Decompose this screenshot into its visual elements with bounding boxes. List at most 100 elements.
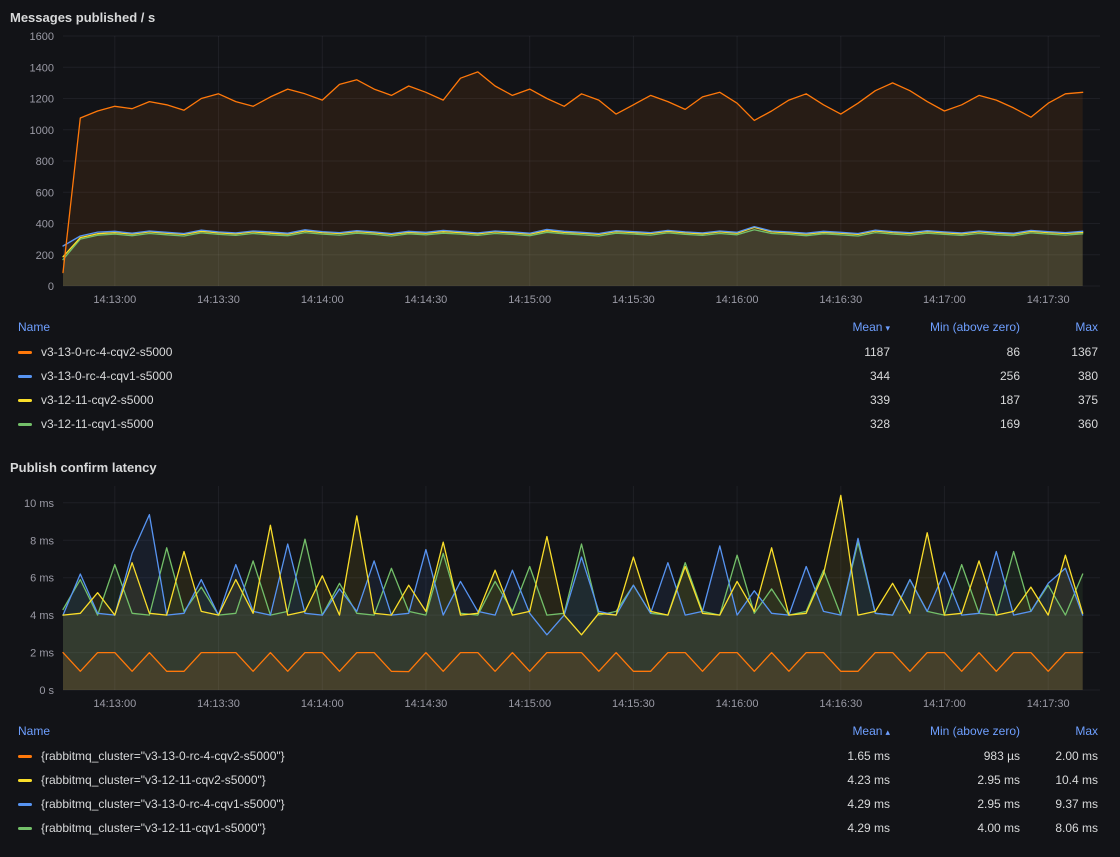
legend-header-mean[interactable]: Mean▴ — [740, 724, 890, 738]
series-min-value: 4.00 ms — [890, 821, 1020, 835]
series-min-value: 187 — [890, 393, 1020, 407]
svg-text:200: 200 — [36, 250, 54, 262]
svg-text:14:13:30: 14:13:30 — [197, 294, 240, 306]
series-toggle[interactable]: v3-12-11-cqv1-s5000 — [10, 417, 740, 431]
legend-row: {rabbitmq_cluster="v3-13-0-rc-4-cqv2-s50… — [10, 744, 1098, 768]
series-name-label: v3-12-11-cqv1-s5000 — [41, 417, 154, 431]
series-mean-value: 4.23 ms — [740, 773, 890, 787]
legend-header-min[interactable]: Min (above zero) — [890, 320, 1020, 334]
series-name-label: v3-13-0-rc-4-cqv1-s5000 — [41, 369, 172, 383]
svg-text:14:15:30: 14:15:30 — [612, 698, 655, 710]
series-toggle[interactable]: {rabbitmq_cluster="v3-12-11-cqv1-s5000"} — [10, 821, 740, 835]
series-name-label: v3-12-11-cqv2-s5000 — [41, 393, 154, 407]
series-max-value: 380 — [1020, 369, 1098, 383]
svg-text:14:16:30: 14:16:30 — [819, 294, 862, 306]
svg-text:14:17:30: 14:17:30 — [1027, 698, 1070, 710]
svg-text:14:15:30: 14:15:30 — [612, 294, 655, 306]
svg-text:0: 0 — [48, 281, 54, 293]
series-toggle[interactable]: v3-13-0-rc-4-cqv1-s5000 — [10, 369, 740, 383]
series-toggle[interactable]: {rabbitmq_cluster="v3-13-0-rc-4-cqv2-s50… — [10, 749, 740, 763]
legend-header-mean[interactable]: Mean▾ — [740, 320, 890, 334]
series-mean-value: 1187 — [740, 345, 890, 359]
svg-text:14:14:00: 14:14:00 — [301, 294, 344, 306]
svg-text:14:13:00: 14:13:00 — [93, 698, 136, 710]
series-color-swatch — [18, 399, 32, 402]
svg-text:0 s: 0 s — [39, 685, 54, 697]
series-name-label: {rabbitmq_cluster="v3-13-0-rc-4-cqv2-s50… — [41, 749, 285, 763]
series-max-value: 9.37 ms — [1020, 797, 1098, 811]
svg-text:14:13:30: 14:13:30 — [197, 698, 240, 710]
series-mean-value: 1.65 ms — [740, 749, 890, 763]
svg-text:1000: 1000 — [30, 125, 54, 137]
series-min-value: 983 µs — [890, 749, 1020, 763]
legend-rows: {rabbitmq_cluster="v3-13-0-rc-4-cqv2-s50… — [10, 744, 1098, 840]
series-max-value: 8.06 ms — [1020, 821, 1098, 835]
svg-text:14:15:00: 14:15:00 — [508, 294, 551, 306]
legend-header-min[interactable]: Min (above zero) — [890, 724, 1020, 738]
series-mean-value: 328 — [740, 417, 890, 431]
svg-text:1200: 1200 — [30, 94, 54, 106]
legend-row: {rabbitmq_cluster="v3-13-0-rc-4-cqv1-s50… — [10, 792, 1098, 816]
svg-text:14:15:00: 14:15:00 — [508, 698, 551, 710]
svg-text:14:17:00: 14:17:00 — [923, 698, 966, 710]
series-color-swatch — [18, 779, 32, 782]
svg-text:800: 800 — [36, 156, 54, 168]
series-min-value: 2.95 ms — [890, 797, 1020, 811]
legend-header-max[interactable]: Max — [1020, 320, 1098, 334]
svg-text:14:16:00: 14:16:00 — [716, 294, 759, 306]
series-color-swatch — [18, 351, 32, 354]
series-color-swatch — [18, 803, 32, 806]
messages-published-chart[interactable]: 0200400600800100012001400160014:13:0014:… — [8, 28, 1112, 312]
svg-text:14:13:00: 14:13:00 — [93, 294, 136, 306]
legend-header-name[interactable]: Name — [10, 320, 740, 334]
svg-text:4 ms: 4 ms — [30, 610, 54, 622]
series-min-value: 86 — [890, 345, 1020, 359]
svg-text:1600: 1600 — [30, 31, 54, 43]
series-max-value: 1367 — [1020, 345, 1098, 359]
svg-text:2 ms: 2 ms — [30, 648, 54, 660]
legend-header-max[interactable]: Max — [1020, 724, 1098, 738]
legend-row: v3-13-0-rc-4-cqv1-s5000 344256380 — [10, 364, 1098, 388]
svg-text:14:14:00: 14:14:00 — [301, 698, 344, 710]
legend-header-name[interactable]: Name — [10, 724, 740, 738]
svg-text:6 ms: 6 ms — [30, 573, 54, 585]
series-toggle[interactable]: v3-12-11-cqv2-s5000 — [10, 393, 740, 407]
svg-text:400: 400 — [36, 219, 54, 231]
panel-messages-published: Messages published / s 02004006008001000… — [0, 0, 1120, 436]
legend-header: Name Mean▾ Min (above zero) Max — [10, 314, 1098, 340]
series-name-label: v3-13-0-rc-4-cqv2-s5000 — [41, 345, 172, 359]
panel-publish-confirm-latency: Publish confirm latency 0 s 2 ms 4 ms 6 ms 8… — [0, 450, 1120, 840]
svg-text:14:14:30: 14:14:30 — [404, 294, 447, 306]
series-toggle[interactable]: {rabbitmq_cluster="v3-13-0-rc-4-cqv1-s50… — [10, 797, 740, 811]
svg-text:1400: 1400 — [30, 62, 54, 74]
legend-table-messages-published: Name Mean▾ Min (above zero) Max v3-13-0-… — [8, 312, 1112, 436]
legend-row: {rabbitmq_cluster="v3-12-11-cqv2-s5000"}… — [10, 768, 1098, 792]
legend-row: v3-13-0-rc-4-cqv2-s5000 1187861367 — [10, 340, 1098, 364]
svg-text:14:17:00: 14:17:00 — [923, 294, 966, 306]
panel-title-publish-confirm-latency[interactable]: Publish confirm latency — [8, 452, 1112, 478]
series-max-value: 375 — [1020, 393, 1098, 407]
series-color-swatch — [18, 755, 32, 758]
series-min-value: 169 — [890, 417, 1020, 431]
series-max-value: 10.4 ms — [1020, 773, 1098, 787]
legend-rows: v3-13-0-rc-4-cqv2-s50001187861367v3-13-0… — [10, 340, 1098, 436]
publish-confirm-latency-chart[interactable]: 0 s2 ms4 ms6 ms8 ms10 ms14:13:0014:13:30… — [8, 478, 1112, 716]
series-mean-value: 344 — [740, 369, 890, 383]
series-max-value: 360 — [1020, 417, 1098, 431]
series-mean-value: 4.29 ms — [740, 821, 890, 835]
series-toggle[interactable]: {rabbitmq_cluster="v3-12-11-cqv2-s5000"} — [10, 773, 740, 787]
series-toggle[interactable]: v3-13-0-rc-4-cqv2-s5000 — [10, 345, 740, 359]
svg-text:14:17:30: 14:17:30 — [1027, 294, 1070, 306]
legend-table-publish-confirm-latency: Name Mean▴ Min (above zero) Max {rabbitm… — [8, 716, 1112, 840]
series-name-label: {rabbitmq_cluster="v3-13-0-rc-4-cqv1-s50… — [41, 797, 285, 811]
series-min-value: 256 — [890, 369, 1020, 383]
panel-title-messages-published[interactable]: Messages published / s — [8, 2, 1112, 28]
series-max-value: 2.00 ms — [1020, 749, 1098, 763]
svg-text:14:16:00: 14:16:00 — [716, 698, 759, 710]
legend-header: Name Mean▴ Min (above zero) Max — [10, 718, 1098, 744]
legend-row: v3-12-11-cqv2-s5000 339187375 — [10, 388, 1098, 412]
series-name-label: {rabbitmq_cluster="v3-12-11-cqv2-s5000"} — [41, 773, 266, 787]
series-mean-value: 339 — [740, 393, 890, 407]
series-color-swatch — [18, 423, 32, 426]
legend-row: {rabbitmq_cluster="v3-12-11-cqv1-s5000"}… — [10, 816, 1098, 840]
